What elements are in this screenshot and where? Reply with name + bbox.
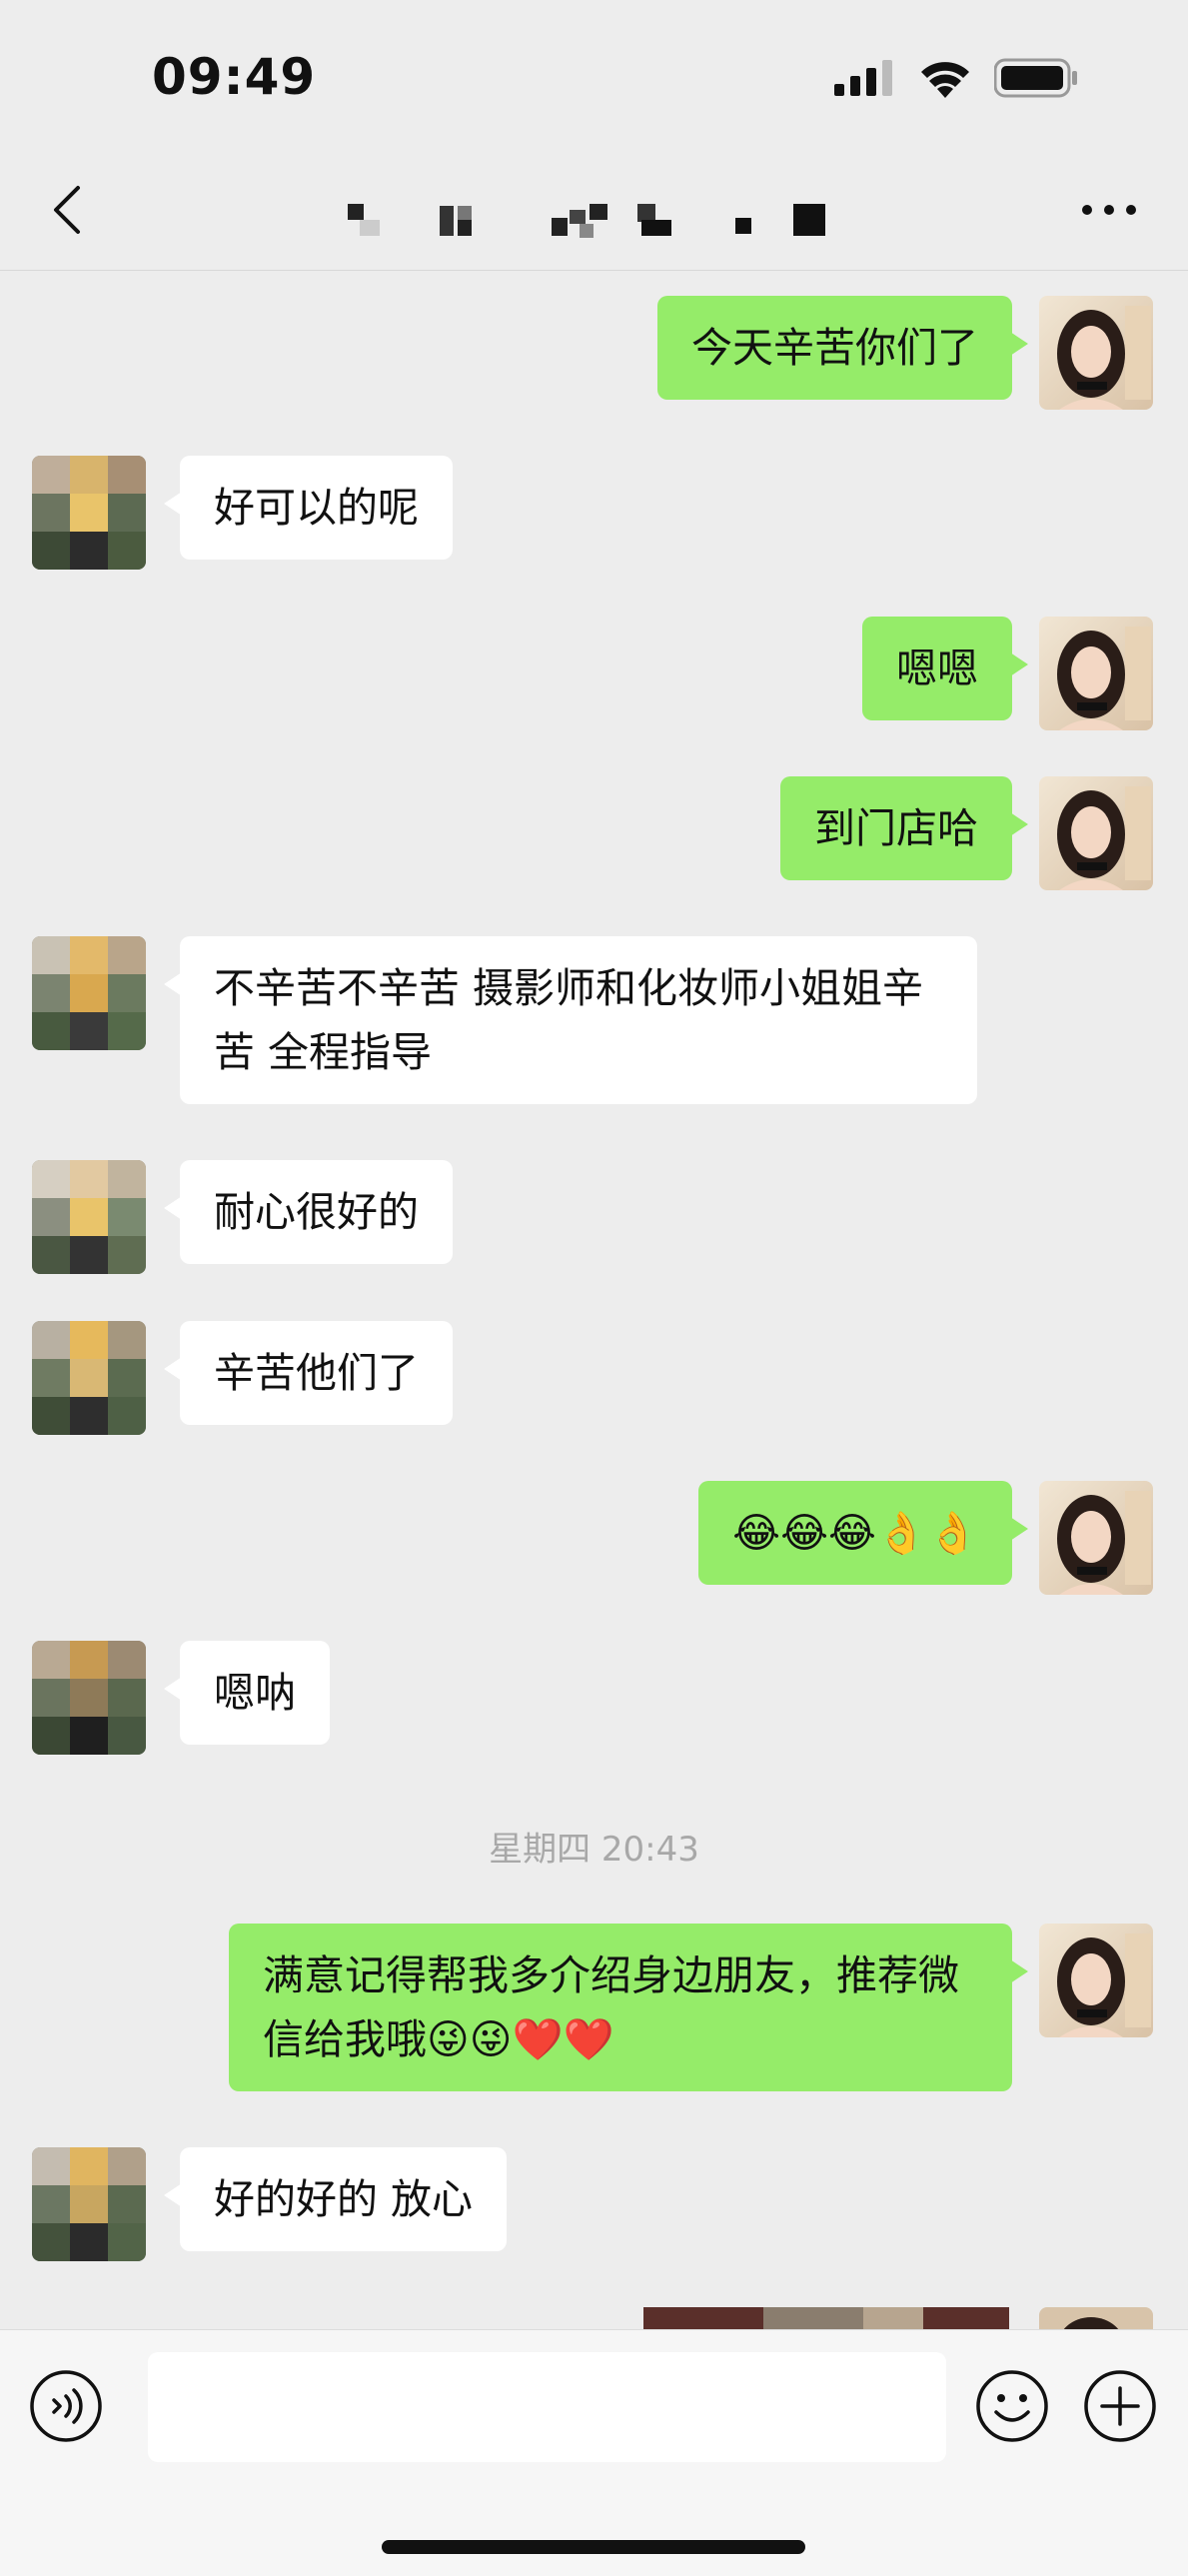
message-bubble[interactable]: 满意记得帮我多介绍身边朋友，推荐微信给我哦😜😜❤️❤️	[229, 1924, 1028, 2091]
nav-bar	[0, 150, 1188, 271]
peer-avatar[interactable]	[32, 1160, 146, 1274]
battery-icon	[994, 58, 1077, 98]
home-indicator[interactable]	[382, 2540, 805, 2554]
voice-icon[interactable]	[28, 2368, 104, 2444]
peer-avatar[interactable]	[32, 936, 146, 1050]
status-bar: 09:49	[0, 0, 1188, 150]
message-bubble[interactable]: 嗯呐	[164, 1641, 330, 1745]
self-avatar[interactable]	[1039, 296, 1153, 410]
message-bubble[interactable]: 辛苦他们了	[164, 1321, 453, 1425]
status-time: 09:49	[152, 48, 317, 106]
message-input[interactable]	[148, 2352, 946, 2462]
message-bubble[interactable]: 不辛苦不辛苦 摄影师和化妆师小姐姐辛苦 全程指导	[164, 936, 977, 1104]
signal-icon	[834, 60, 892, 96]
plus-icon[interactable]	[1082, 2368, 1158, 2444]
timestamp: 星期四 20:43	[489, 1830, 699, 1870]
input-bar	[0, 2329, 1188, 2576]
chat-area[interactable]: 今天辛苦你们了 好可以的呢 嗯嗯 到门店哈 不辛苦不辛苦 摄影师和化妆师小姐姐辛…	[0, 271, 1188, 2329]
more-icon[interactable]	[1074, 180, 1144, 240]
chat-title-pixelated	[348, 204, 825, 238]
peer-avatar[interactable]	[32, 1321, 146, 1435]
message-bubble[interactable]: 到门店哈	[780, 776, 1028, 880]
back-icon[interactable]	[40, 180, 100, 240]
status-icons	[834, 58, 1078, 98]
emoji-icon[interactable]	[974, 2368, 1050, 2444]
message-bubble[interactable]: 嗯嗯	[862, 617, 1028, 720]
message-bubble[interactable]: 耐心很好的	[164, 1160, 453, 1264]
self-avatar[interactable]	[1039, 1481, 1153, 1595]
message-bubble[interactable]: 😂😂😂👌👌	[698, 1481, 1028, 1585]
self-avatar[interactable]	[1039, 776, 1153, 890]
self-avatar[interactable]	[1039, 1924, 1153, 2037]
self-avatar[interactable]	[1039, 2307, 1153, 2329]
message-bubble[interactable]: 好可以的呢	[164, 456, 453, 560]
wifi-icon	[921, 62, 969, 98]
peer-avatar[interactable]	[32, 1641, 146, 1755]
message-bubble[interactable]: 今天辛苦你们了	[657, 296, 1028, 400]
self-avatar[interactable]	[1039, 617, 1153, 730]
peer-avatar[interactable]	[32, 2147, 146, 2261]
peer-avatar[interactable]	[32, 456, 146, 570]
message-bubble[interactable]: 好的好的 放心	[163, 2147, 508, 2251]
image-message-partial[interactable]	[643, 2307, 1009, 2329]
